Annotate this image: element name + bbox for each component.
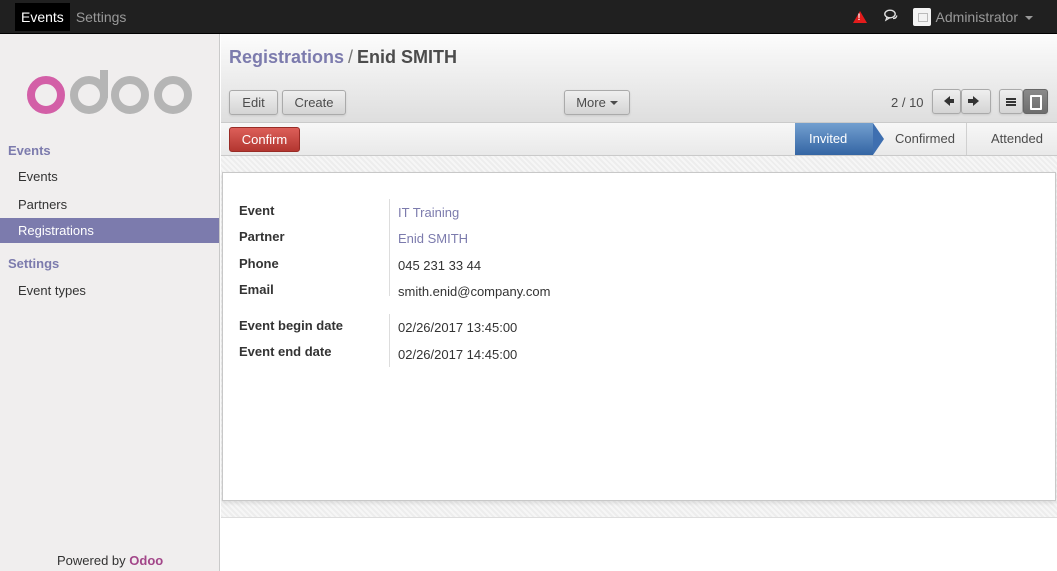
odoo-logo[interactable] bbox=[26, 70, 194, 119]
chat-bubbles-icon bbox=[883, 9, 897, 22]
field-label-event-end-date: Event end date bbox=[239, 344, 332, 359]
stage-attended[interactable]: Attended bbox=[965, 123, 1057, 155]
chevron-down-icon[interactable] bbox=[1025, 16, 1033, 20]
powered-by-text: Powered by bbox=[57, 553, 126, 568]
field-value-event-end-date: 02/26/2017 14:45:00 bbox=[398, 347, 518, 362]
more-dropdown-button[interactable]: More bbox=[564, 90, 630, 115]
chat-icon[interactable] bbox=[881, 7, 901, 27]
edit-button[interactable]: Edit bbox=[229, 90, 278, 115]
list-view-button[interactable] bbox=[999, 89, 1023, 114]
odoo-logo-graphic bbox=[27, 70, 192, 114]
arrow-right-icon bbox=[968, 96, 979, 106]
form-view-icon bbox=[1029, 95, 1042, 110]
confirm-button[interactable]: Confirm bbox=[229, 127, 300, 152]
control-panel: Registrations / Enid SMITH Edit Create Mor… bbox=[221, 34, 1057, 123]
top-menu: Events Settings bbox=[15, 3, 132, 31]
field-label-event: Event bbox=[239, 203, 275, 218]
form-statusbar: Confirm Invited Confirmed Attended bbox=[221, 123, 1057, 156]
field-group-divider bbox=[389, 199, 390, 296]
breadcrumb: Registrations / Enid SMITH bbox=[229, 47, 457, 68]
field-value-partner-link[interactable]: Enid SMITH bbox=[398, 231, 468, 246]
caret-down-icon bbox=[609, 101, 618, 105]
pager-next-button[interactable] bbox=[961, 89, 991, 114]
top-navbar: Events Settings Administrator bbox=[0, 0, 1057, 34]
top-menu-settings[interactable]: Settings bbox=[70, 3, 133, 31]
sidebar-item-registrations[interactable]: Registrations bbox=[0, 218, 219, 243]
field-label-phone: Phone bbox=[239, 256, 279, 271]
form-sheet: Event IT Training Partner Enid SMITH Pho… bbox=[222, 172, 1056, 501]
breadcrumb-registrations-link[interactable]: Registrations bbox=[229, 47, 344, 67]
stage-pipeline: Invited Confirmed Attended bbox=[794, 123, 1057, 155]
field-value-email: smith.enid@company.com bbox=[398, 284, 551, 299]
arrow-left-icon bbox=[943, 96, 954, 106]
create-button[interactable]: Create bbox=[282, 90, 346, 115]
field-value-phone: 045 231 33 44 bbox=[398, 258, 482, 273]
stage-confirmed[interactable]: Confirmed bbox=[873, 123, 966, 155]
systray: Administrator bbox=[852, 0, 1033, 34]
powered-by-brand-link[interactable]: Odoo bbox=[129, 553, 163, 568]
sidebar: Events Events Partners Registrations Set… bbox=[0, 34, 220, 571]
user-avatar[interactable] bbox=[912, 8, 931, 26]
more-label: More bbox=[576, 95, 606, 110]
field-label-email: Email bbox=[239, 282, 274, 297]
form-view-button[interactable] bbox=[1023, 89, 1048, 114]
user-menu-name[interactable]: Administrator bbox=[936, 9, 1018, 25]
pager-value: 2 / 10 bbox=[891, 95, 924, 110]
sidebar-section-settings: Settings bbox=[8, 256, 60, 271]
warning-icon[interactable] bbox=[852, 11, 867, 23]
breadcrumb-current: Enid SMITH bbox=[357, 47, 458, 67]
field-label-partner: Partner bbox=[239, 229, 285, 244]
pager-previous-button[interactable] bbox=[932, 89, 961, 114]
field-label-event-begin-date: Event begin date bbox=[239, 318, 344, 333]
field-value-event-begin-date: 02/26/2017 13:45:00 bbox=[398, 320, 518, 335]
sidebar-section-events: Events bbox=[8, 143, 51, 158]
powered-by: Powered by Odoo bbox=[57, 553, 163, 568]
breadcrumb-separator: / bbox=[348, 47, 354, 67]
stage-invited[interactable]: Invited bbox=[794, 123, 884, 155]
list-view-icon bbox=[1006, 98, 1016, 106]
top-menu-events[interactable]: Events bbox=[15, 3, 70, 31]
field-value-event-link[interactable]: IT Training bbox=[398, 205, 459, 220]
sidebar-item-partners[interactable]: Partners bbox=[0, 192, 219, 217]
sidebar-item-event-types[interactable]: Event types bbox=[0, 278, 219, 303]
sidebar-item-events[interactable]: Events bbox=[0, 164, 219, 189]
field-group-divider bbox=[389, 314, 390, 367]
